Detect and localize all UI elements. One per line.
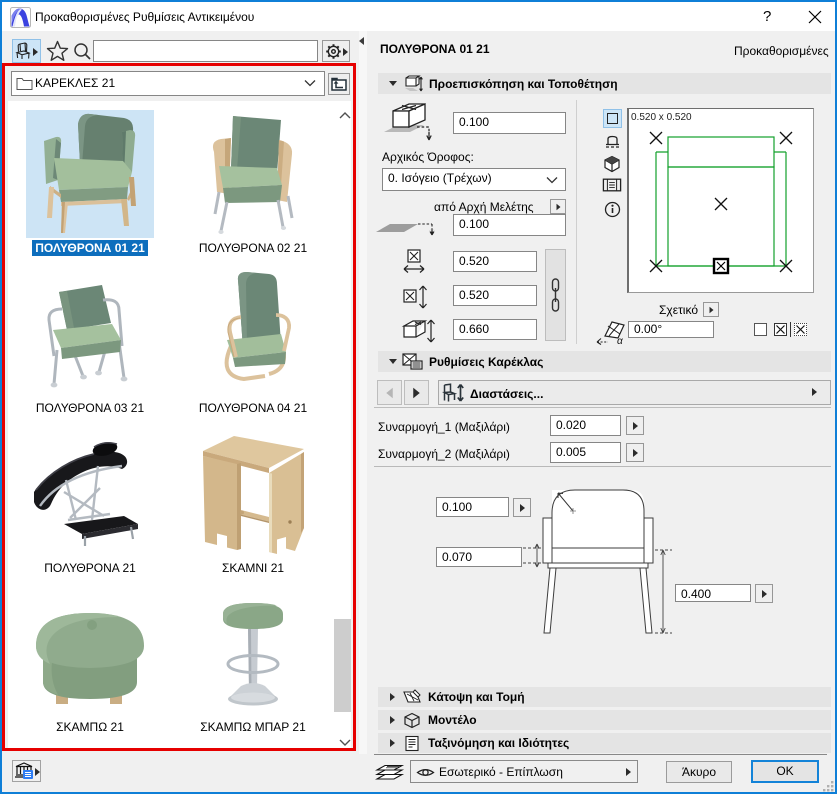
svg-text:0.520 x 0.520: 0.520 x 0.520 xyxy=(631,112,692,123)
svg-text:α: α xyxy=(617,336,623,345)
